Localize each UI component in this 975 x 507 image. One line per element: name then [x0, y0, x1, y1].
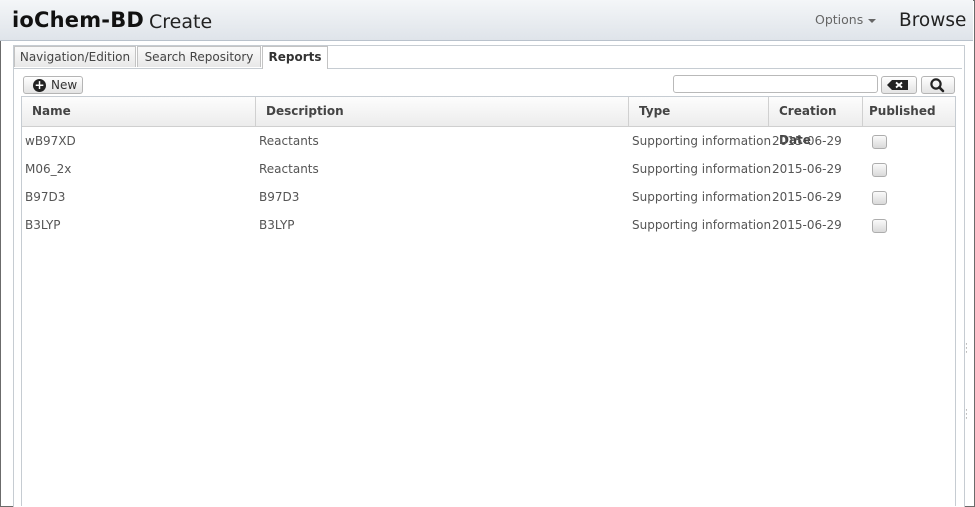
cell-creation-date: 2015-06-29 — [772, 218, 842, 232]
cell-creation-date: 2015-06-29 — [772, 162, 842, 176]
published-checkbox[interactable] — [872, 135, 887, 149]
clear-search-button[interactable] — [881, 76, 917, 94]
magnifier-icon — [930, 78, 945, 93]
cell-creation-date: 2015-06-29 — [772, 134, 842, 148]
table-row[interactable]: B3LYP B3LYP Supporting information 2015-… — [22, 211, 955, 239]
cell-name: B97D3 — [25, 190, 66, 204]
tab-reports[interactable]: Reports — [262, 46, 328, 69]
cell-name: B3LYP — [25, 218, 61, 232]
section-title: Create — [149, 11, 213, 33]
published-checkbox[interactable] — [872, 219, 887, 233]
options-label: Options — [815, 12, 864, 27]
cell-type: Supporting information — [632, 190, 772, 204]
splitter-grip-icon[interactable]: · · · — [965, 341, 968, 358]
column-header-creation-date[interactable]: Creation Date — [769, 97, 863, 147]
cell-name: wB97XD — [25, 134, 76, 148]
column-header-name[interactable]: Name — [22, 97, 256, 126]
cell-description: Reactants — [259, 162, 319, 176]
column-header-published[interactable]: Published — [863, 97, 955, 126]
search-input[interactable] — [673, 75, 878, 93]
tab-search-repository[interactable]: Search Repository — [137, 46, 261, 67]
app-logo-text: ioChem-BD — [12, 8, 145, 32]
options-menu[interactable]: Options — [815, 12, 877, 27]
cell-type: Supporting information — [632, 162, 772, 176]
cell-creation-date: 2015-06-29 — [772, 190, 842, 204]
published-checkbox[interactable] — [872, 163, 887, 177]
top-bar: ioChem-BD Create Options Browse — [0, 0, 973, 41]
caret-down-icon — [868, 18, 877, 23]
column-header-description[interactable]: Description — [256, 97, 629, 126]
column-header-type[interactable]: Type — [629, 97, 769, 126]
backspace-icon — [887, 80, 908, 90]
tab-divider — [14, 68, 962, 69]
published-checkbox[interactable] — [872, 191, 887, 205]
table-row[interactable]: wB97XD Reactants Supporting information … — [22, 127, 955, 155]
grid-header: Name Description Type Creation Date Publ… — [22, 97, 955, 147]
table-row[interactable]: M06_2x Reactants Supporting information … — [22, 155, 955, 183]
cell-description: B97D3 — [259, 190, 300, 204]
new-button-label: New — [51, 78, 78, 92]
splitter-grip-icon[interactable]: · · · — [965, 407, 968, 424]
cell-name: M06_2x — [25, 162, 72, 176]
cell-description: Reactants — [259, 134, 319, 148]
search-button[interactable] — [921, 76, 955, 94]
cell-type: Supporting information — [632, 218, 772, 232]
cell-description: B3LYP — [259, 218, 295, 232]
plus-circle-icon: + — [33, 78, 46, 92]
new-report-button[interactable]: + New — [23, 76, 83, 94]
table-row[interactable]: B97D3 B97D3 Supporting information 2015-… — [22, 183, 955, 211]
browse-link[interactable]: Browse — [899, 10, 966, 31]
tab-navigation-edition[interactable]: Navigation/Edition — [14, 46, 136, 67]
cell-type: Supporting information — [632, 134, 772, 148]
